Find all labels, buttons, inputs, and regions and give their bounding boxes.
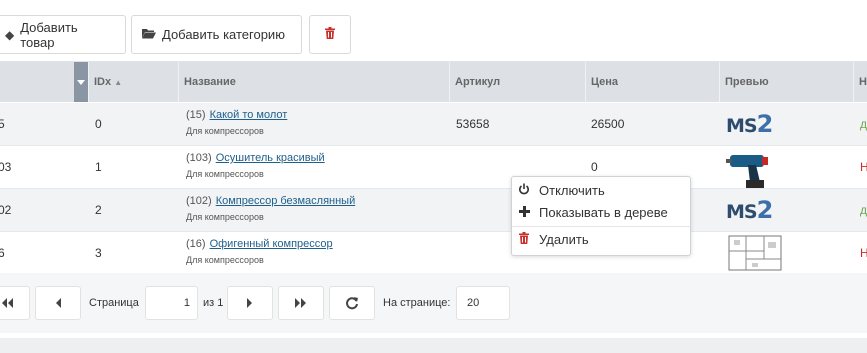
product-number: (15)	[186, 109, 206, 121]
cell-name: (15) Какой то молот Для компрессоров	[186, 109, 287, 136]
product-link[interactable]: Офигенный компрессор	[210, 238, 333, 250]
product-number: (103)	[186, 152, 212, 164]
col-cut-header[interactable]: Н	[853, 62, 867, 102]
plus-icon	[517, 202, 531, 224]
product-category: Для компрессоров	[186, 126, 264, 136]
menu-item-label: Удалить	[539, 232, 589, 247]
row-context-menu: Отключить Показывать в дереве Удалить	[511, 176, 691, 256]
cell-name: (102) Компрессор безмаслянный Для компрес…	[186, 195, 355, 222]
product-category: Для компрессоров	[186, 169, 264, 179]
menu-item-delete[interactable]: Удалить	[512, 229, 690, 251]
column-menu-trigger[interactable]	[74, 62, 88, 102]
status-flag: Н	[860, 246, 867, 260]
last-page-button[interactable]	[278, 286, 324, 320]
table-row[interactable]: 02 2 (102) Компрессор безмаслянный Для ко…	[0, 189, 867, 232]
col-price-header[interactable]: Цена	[585, 62, 719, 102]
triangle-right-icon	[247, 298, 252, 308]
cell-name: (16) Офигенный компрессор Для компрессоро…	[186, 238, 333, 265]
refresh-button[interactable]	[329, 286, 375, 320]
preview-ms2-logo: MS2	[726, 110, 773, 138]
menu-item-show-in-tree[interactable]: Показывать в дереве	[512, 202, 690, 224]
power-icon	[517, 180, 531, 202]
col-name-header[interactable]: Название	[178, 62, 449, 102]
product-number: (102)	[186, 195, 212, 207]
tag-icon: ◆	[5, 27, 15, 42]
folder-open-icon	[142, 28, 156, 42]
triangle-left-icon	[56, 298, 61, 308]
product-link[interactable]: Осушитель красивый	[216, 152, 325, 164]
add-product-label: Добавить товар	[20, 19, 78, 50]
table-row[interactable]: 6 3 (16) Офигенный компрессор Для компрес…	[0, 232, 867, 275]
product-link[interactable]: Какой то молот	[210, 109, 288, 121]
product-link[interactable]: Компрессор безмаслянный	[216, 195, 356, 207]
col-article-header[interactable]: Артикул	[449, 62, 585, 102]
product-category: Для компрессоров	[186, 212, 264, 222]
cell-price: 26500	[591, 117, 625, 131]
delete-button[interactable]	[309, 15, 351, 54]
product-category: Для компрессоров	[186, 255, 264, 265]
cell-name: (103) Осушитель красивый Для компрессоров	[186, 152, 325, 179]
grid-header: IDx ▲ Название Артикул Цена Превью Н	[0, 62, 867, 102]
preview-ms2-logo: MS2	[726, 196, 773, 224]
cell-idx: 1	[95, 160, 102, 174]
first-page-button[interactable]	[0, 286, 30, 320]
col-idx-header[interactable]: IDx ▲	[88, 62, 178, 102]
cell-idx: 2	[95, 203, 102, 217]
per-page-input[interactable]: 20	[456, 286, 510, 320]
product-number: (16)	[186, 238, 206, 250]
pagination-bar: Страница 1 из 1 На странице: 20	[0, 273, 867, 333]
menu-item-label: Показывать в дереве	[539, 205, 668, 220]
refresh-icon	[346, 297, 358, 310]
menu-item-label: Отключить	[539, 183, 605, 198]
col-idx-label: IDx	[94, 76, 112, 88]
cell-id: 6	[0, 246, 5, 260]
status-flag: Н	[860, 160, 867, 174]
trash-icon	[517, 229, 531, 251]
page-of-label: из 1	[203, 297, 224, 309]
preview-drill-image	[726, 146, 784, 188]
status-flag: д	[860, 203, 867, 217]
table-row[interactable]: 03 1 (103) Осушитель красивый Для компрес…	[0, 146, 867, 189]
sort-asc-icon: ▲	[114, 78, 123, 87]
menu-item-disable[interactable]: Отключить	[512, 180, 690, 202]
cell-id: 5	[0, 117, 5, 131]
cell-idx: 3	[95, 246, 102, 260]
cell-id: 03	[0, 160, 12, 174]
products-grid: IDx ▲ Название Артикул Цена Превью Н 5 0…	[0, 61, 867, 275]
double-left-icon	[2, 298, 13, 308]
table-row[interactable]: 5 0 (15) Какой то молот Для компрессоров …	[0, 103, 867, 146]
add-category-label: Добавить категорию	[162, 27, 285, 42]
menu-divider	[512, 226, 690, 227]
col-id-header[interactable]	[0, 62, 74, 102]
add-product-button[interactable]: ◆ Добавить товар	[0, 15, 126, 54]
page-number-input[interactable]: 1	[145, 286, 198, 320]
double-right-icon	[295, 298, 306, 308]
cell-idx: 0	[95, 117, 102, 131]
per-page-label: На странице:	[383, 297, 451, 309]
add-category-button[interactable]: Добавить категорию	[131, 15, 302, 54]
next-page-button[interactable]	[227, 286, 273, 320]
trash-icon	[325, 27, 335, 42]
col-preview-header[interactable]: Превью	[719, 62, 853, 102]
bottom-strip	[0, 338, 867, 353]
page-label: Страница	[89, 297, 139, 309]
prev-page-button[interactable]	[35, 286, 81, 320]
preview-floorplan-image	[726, 233, 784, 273]
cell-id: 02	[0, 203, 12, 217]
status-flag: д	[860, 117, 867, 131]
cell-article: 53658	[456, 117, 490, 131]
